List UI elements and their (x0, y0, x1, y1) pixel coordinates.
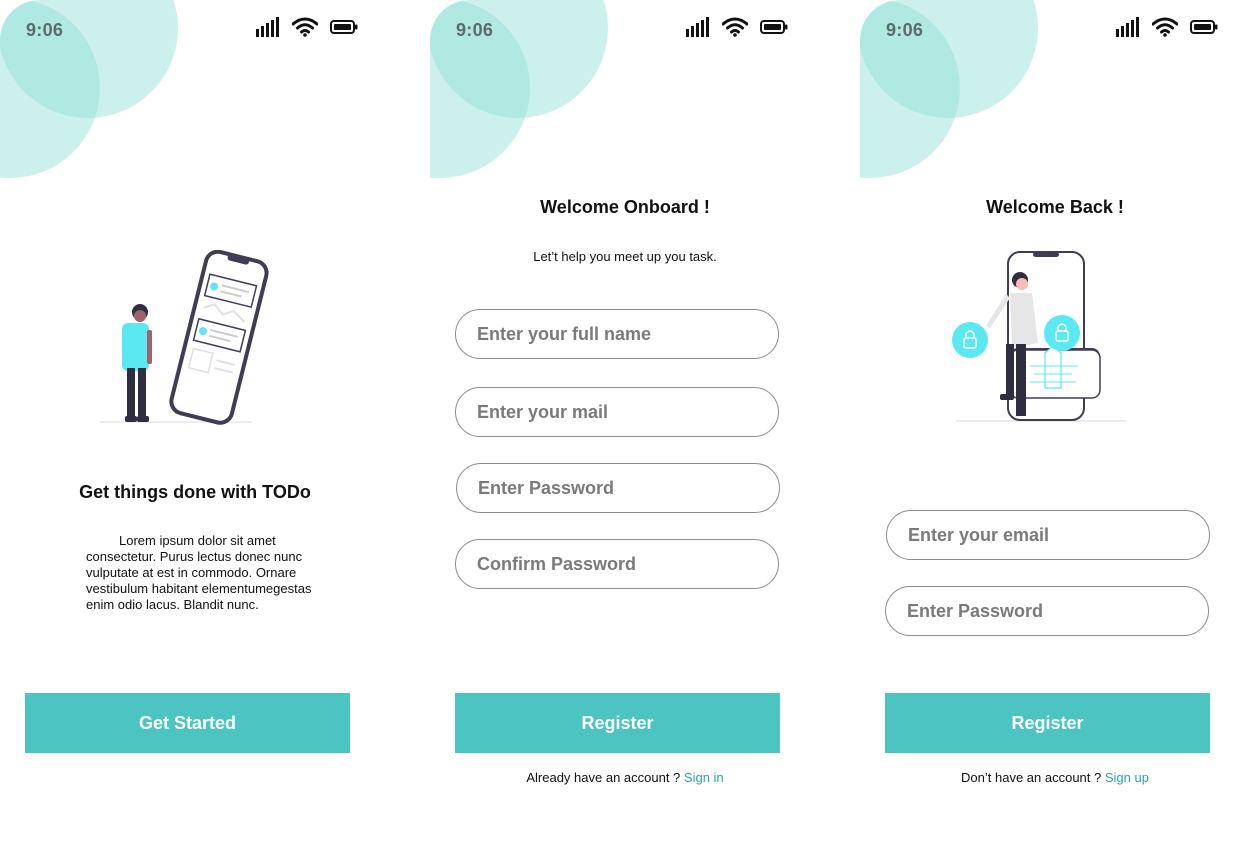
register-button[interactable]: Register (455, 693, 780, 753)
sign-in-prompt-text: Already have an account ? (526, 770, 684, 785)
onboarding-screen: 9:06 Get things done with TODo Lorem ips… (0, 0, 390, 844)
email-input[interactable] (455, 387, 779, 437)
sign-in-prompt: Already have an account ? Sign in (430, 770, 820, 785)
wifi-icon (292, 17, 318, 37)
status-time: 9:06 (886, 20, 924, 40)
secure-login-illustration (952, 251, 1126, 422)
full-name-input[interactable] (455, 309, 779, 359)
battery-icon (760, 19, 788, 35)
battery-icon (330, 19, 358, 35)
onboarding-title: Get things done with TODo (79, 482, 311, 502)
status-time: 9:06 (26, 20, 64, 40)
status-bar: 9:06 (430, 0, 820, 60)
wifi-icon (722, 17, 748, 37)
login-password-input[interactable] (885, 586, 1209, 636)
battery-icon (1190, 19, 1218, 35)
register-screen: 9:06 Welcome Onboard ! Let’t help you me… (430, 0, 820, 844)
onboarding-description: Lorem ipsum dolor sit amet consectetur. … (86, 533, 312, 612)
cellular-signal-icon (256, 17, 280, 37)
sign-in-link[interactable]: Sign in (684, 770, 724, 785)
person-with-phone-illustration (100, 250, 269, 425)
login-email-input[interactable] (886, 510, 1210, 560)
wifi-icon (1152, 17, 1178, 37)
password-input[interactable] (456, 463, 780, 513)
status-bar: 9:06 (860, 0, 1250, 60)
get-started-button[interactable]: Get Started (25, 693, 350, 753)
login-submit-button[interactable]: Register (885, 693, 1210, 753)
cellular-signal-icon (686, 17, 710, 37)
status-bar: 9:06 (0, 0, 390, 60)
register-title: Welcome Onboard ! (540, 197, 710, 217)
status-time: 9:06 (456, 20, 494, 40)
sign-up-prompt: Don’t have an account ? Sign up (860, 770, 1250, 785)
sign-up-link[interactable]: Sign up (1105, 770, 1149, 785)
login-title: Welcome Back ! (986, 197, 1124, 217)
login-screen: 9:06 Welcome Back ! Enter your email Reg… (860, 0, 1250, 844)
confirm-password-input[interactable] (455, 539, 779, 589)
register-subtitle: Let’t help you meet up you task. (533, 249, 717, 264)
sign-up-prompt-text: Don’t have an account ? (961, 770, 1105, 785)
cellular-signal-icon (1116, 17, 1140, 37)
